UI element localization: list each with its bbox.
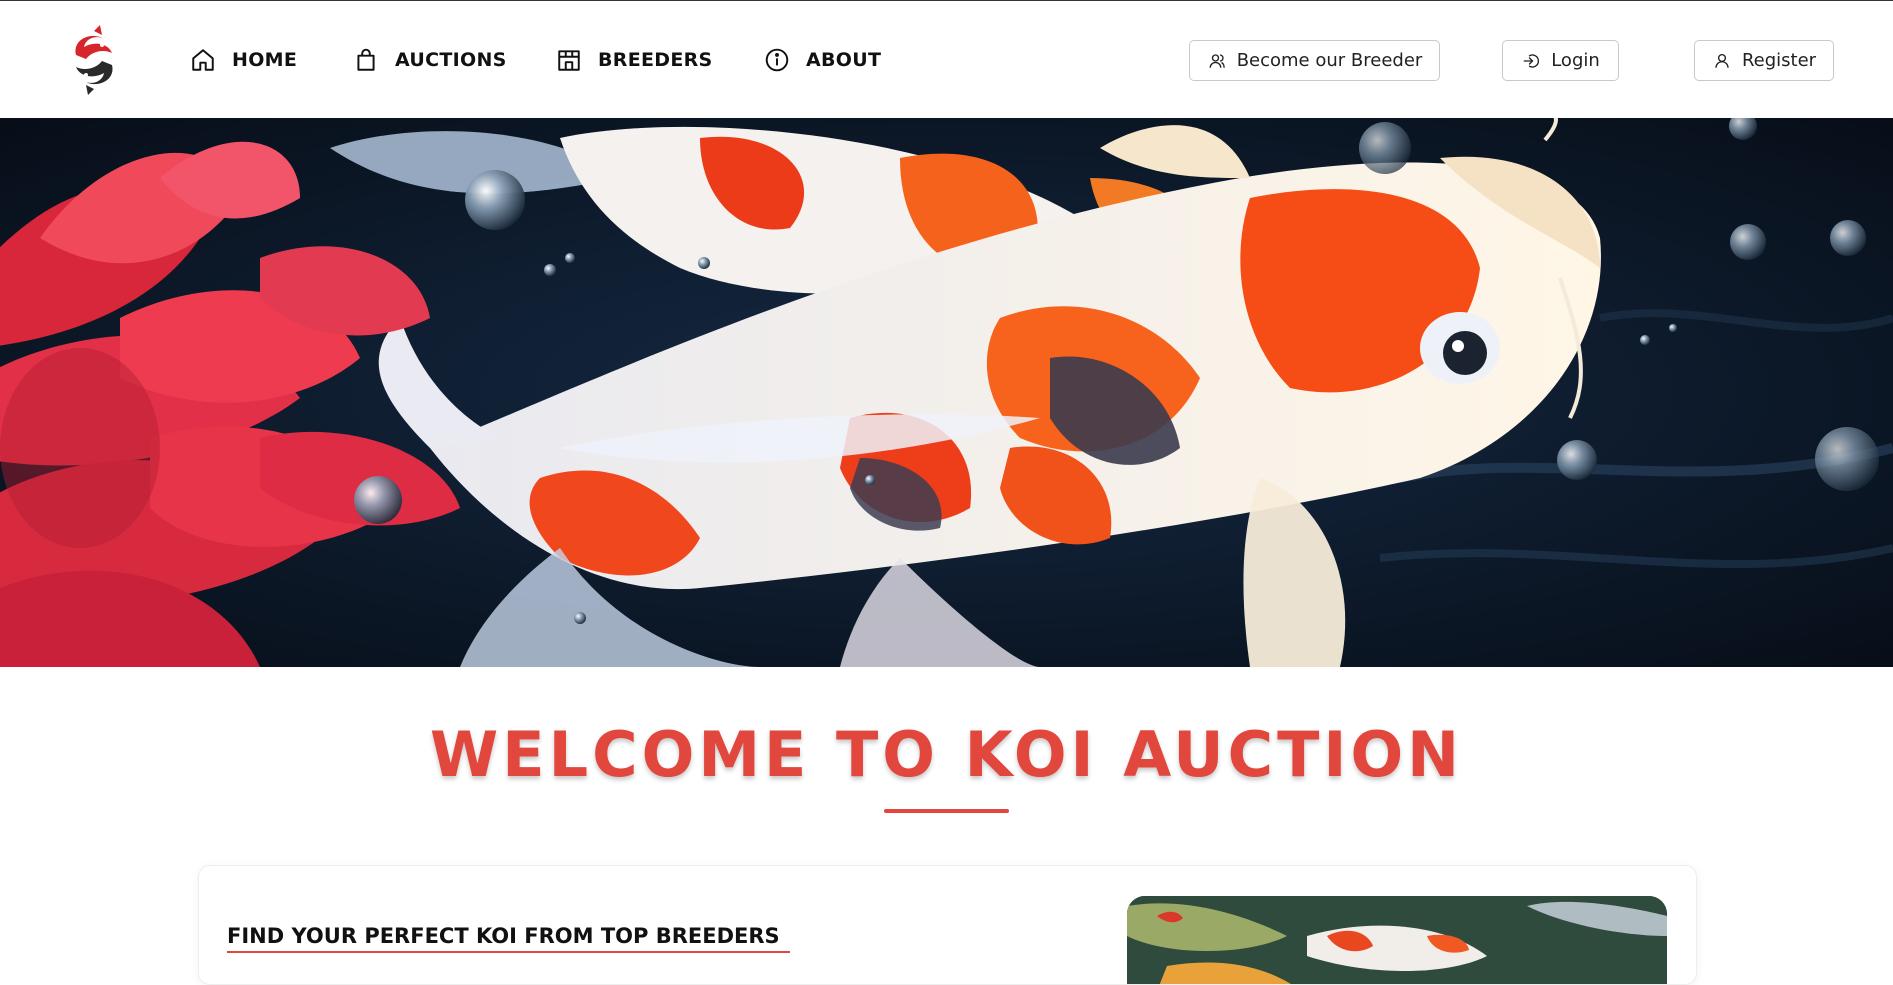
nav-breeders-label: BREEDERS	[598, 49, 713, 71]
login-label: Login	[1551, 50, 1600, 71]
store-icon	[554, 45, 584, 75]
nav-home[interactable]: HOME	[188, 45, 297, 75]
feature-title-underline	[227, 951, 790, 953]
koi-logo[interactable]	[64, 25, 124, 95]
nav-auctions[interactable]: AUCTIONS	[351, 45, 507, 75]
register-button[interactable]: Register	[1694, 40, 1834, 81]
info-icon	[762, 45, 792, 75]
welcome-title: WELCOME TO KOI AUCTION	[429, 718, 1464, 791]
site-header: HOME AUCTIONS BREEDERS ABOUT Become our …	[0, 1, 1893, 118]
become-breeder-button[interactable]: Become our Breeder	[1189, 40, 1440, 81]
users-icon	[1207, 51, 1227, 71]
nav-about-label: ABOUT	[806, 49, 882, 71]
koi-pond-image	[1127, 896, 1667, 984]
nav-home-label: HOME	[232, 49, 298, 71]
login-button[interactable]: Login	[1502, 40, 1619, 81]
welcome-underline	[884, 809, 1009, 813]
nav-breeders[interactable]: BREEDERS	[554, 45, 713, 75]
become-breeder-label: Become our Breeder	[1236, 50, 1423, 71]
nav-about[interactable]: ABOUT	[762, 45, 881, 75]
user-icon	[1712, 51, 1732, 71]
home-icon	[188, 45, 218, 75]
shopping-bag-icon	[351, 45, 381, 75]
nav-auctions-label: AUCTIONS	[395, 49, 507, 71]
hero-banner	[0, 118, 1893, 667]
login-icon	[1521, 51, 1541, 71]
feature-title: FIND YOUR PERFECT KOI FROM TOP BREEDERS	[227, 924, 780, 948]
feature-card: FIND YOUR PERFECT KOI FROM TOP BREEDERS	[198, 865, 1697, 985]
register-label: Register	[1741, 50, 1817, 71]
